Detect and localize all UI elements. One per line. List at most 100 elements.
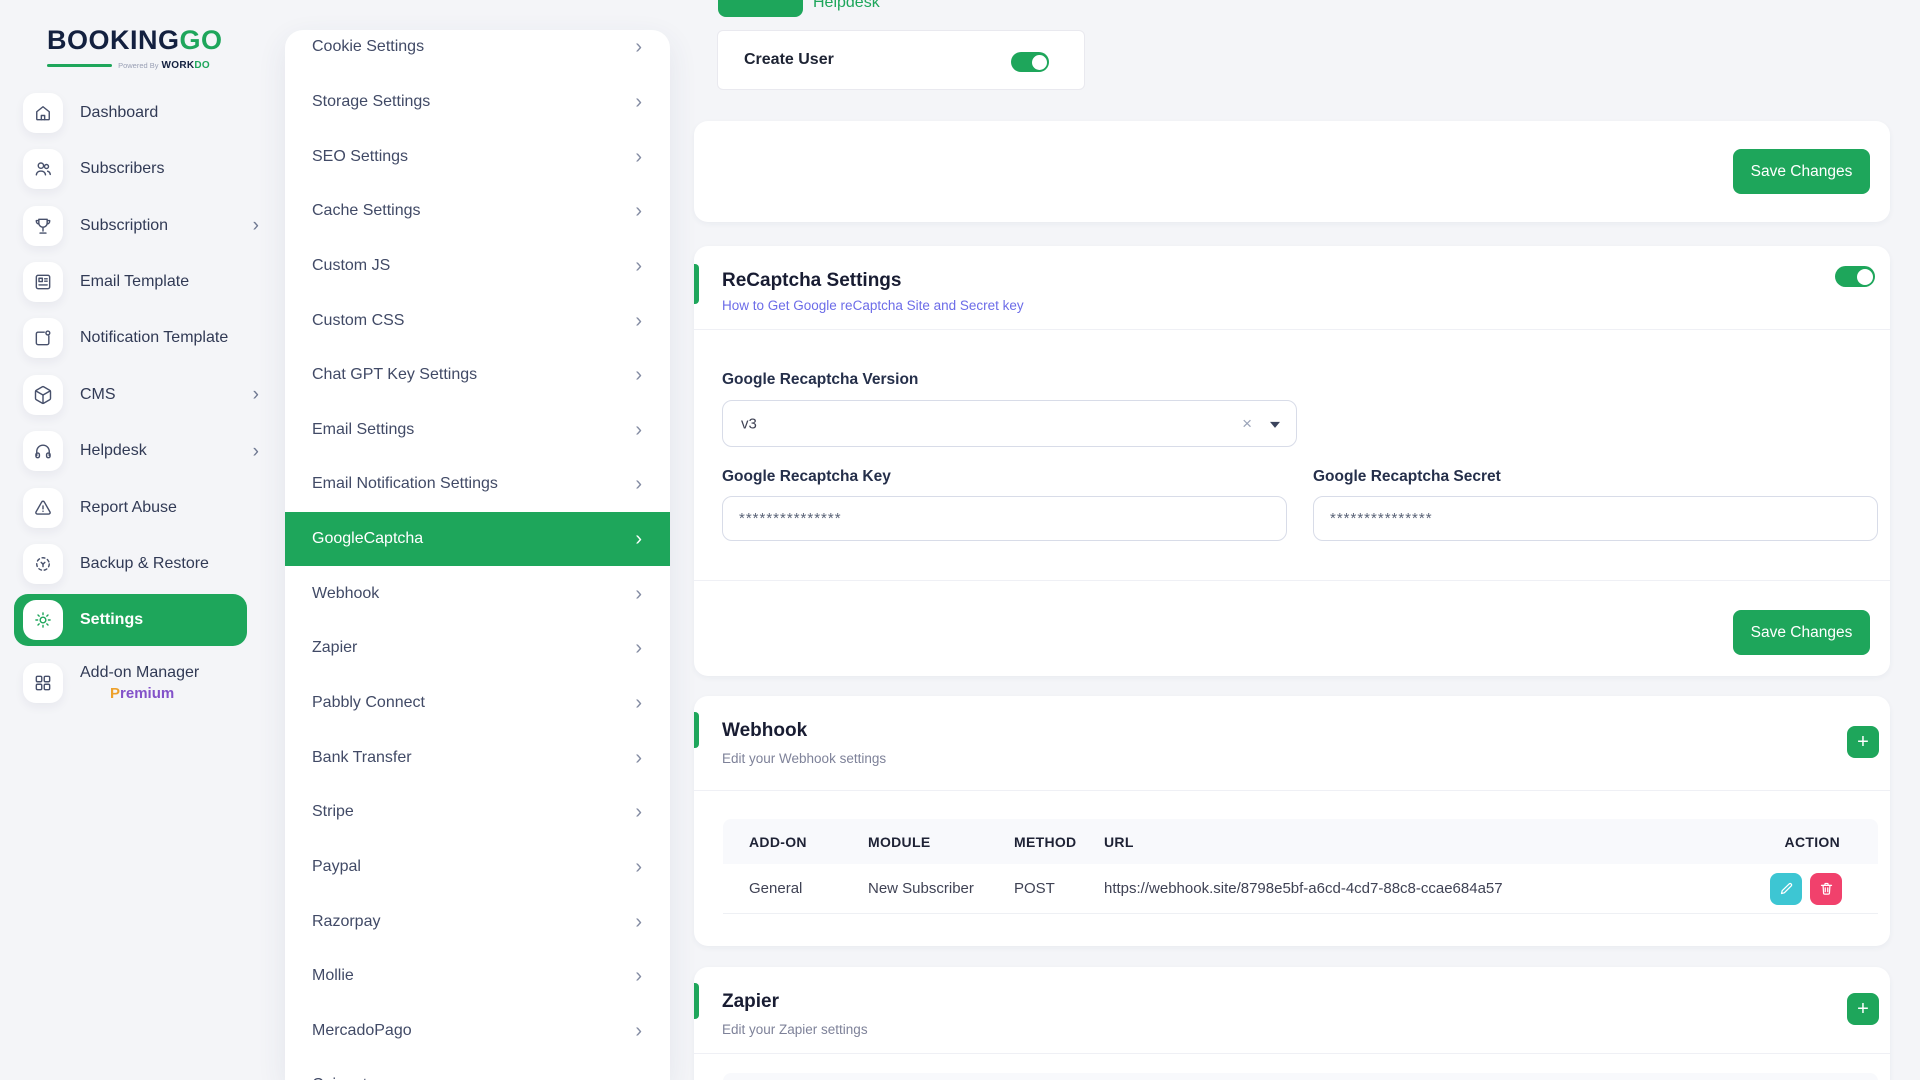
settings-menu-item[interactable]: Custom CSS › xyxy=(285,293,670,348)
sidebar-item-cms[interactable]: CMS › xyxy=(0,367,285,423)
column-header-action: ACTION xyxy=(1728,834,1878,850)
sidebar-item-subscribers[interactable]: Subscribers xyxy=(0,141,285,197)
trophy-icon xyxy=(33,216,53,236)
chevron-right-icon: › xyxy=(635,1021,642,1041)
chevron-right-icon: › xyxy=(635,474,642,494)
sidebar-item-report-abuse[interactable]: Report Abuse xyxy=(0,479,285,535)
clear-selection-icon[interactable]: × xyxy=(1242,414,1252,434)
settings-menu-item[interactable]: Pabbly Connect › xyxy=(285,676,670,731)
chevron-right-icon: › xyxy=(253,216,259,235)
divider xyxy=(694,329,1890,330)
recaptcha-version-label: Google Recaptcha Version xyxy=(722,371,918,389)
sidebar-item-email-template[interactable]: Email Template xyxy=(0,254,285,310)
divider xyxy=(694,1053,1890,1054)
settings-menu-item[interactable]: Paypal › xyxy=(285,840,670,895)
chevron-right-icon: › xyxy=(635,365,642,385)
settings-menu-item[interactable]: Custom JS › xyxy=(285,239,670,294)
alert-triangle-icon xyxy=(33,498,53,518)
chevron-right-icon: › xyxy=(635,529,642,549)
sidebar-item-dashboard[interactable]: Dashboard xyxy=(0,85,285,141)
add-zapier-button[interactable]: + xyxy=(1847,993,1879,1025)
recaptcha-version-select[interactable]: v3 × xyxy=(722,400,1297,447)
tab-general[interactable]: General xyxy=(718,0,803,17)
zapier-table-header xyxy=(723,1073,1878,1080)
webhook-section-subtitle: Edit your Webhook settings xyxy=(722,751,886,766)
recaptcha-help-link[interactable]: How to Get Google reCaptcha Site and Sec… xyxy=(722,298,1024,313)
chevron-right-icon: › xyxy=(635,966,642,986)
settings-menu-item[interactable]: GoogleCaptcha › xyxy=(285,512,670,567)
caret-down-icon[interactable] xyxy=(1270,421,1280,427)
main-content: General Helpdesk Create User Save Change… xyxy=(694,0,1890,1080)
brand-tagline: Powered By WORKDO xyxy=(47,60,210,71)
main-sidebar: BOOKINGGO Powered By WORKDO Dashboard Su… xyxy=(0,0,285,1080)
settings-menu-item[interactable]: Email Notification Settings › xyxy=(285,457,670,512)
webhook-table-row: General New Subscriber POST https://webh… xyxy=(723,864,1878,914)
settings-menu-item[interactable]: Cache Settings › xyxy=(285,184,670,239)
chevron-right-icon: › xyxy=(635,201,642,221)
settings-menu-item[interactable]: Stripe › xyxy=(285,785,670,840)
settings-menu-list: Cookie Settings › Storage Settings › SEO… xyxy=(285,30,670,1080)
chevron-right-icon: › xyxy=(635,37,642,57)
recaptcha-secret-label: Google Recaptcha Secret xyxy=(1313,468,1501,486)
package-icon xyxy=(33,385,53,405)
chevron-right-icon: › xyxy=(253,385,259,404)
chevron-right-icon: › xyxy=(635,693,642,713)
settings-menu-item[interactable]: Cookie Settings › xyxy=(285,30,670,75)
cell-url: https://webhook.site/8798e5bf-a6cd-4cd7-… xyxy=(1104,880,1728,897)
settings-menu-item[interactable]: MercadoPago › xyxy=(285,1004,670,1059)
edit-webhook-button[interactable] xyxy=(1770,873,1802,905)
sidebar-item-settings[interactable]: Settings xyxy=(14,594,247,646)
sidebar-item-helpdesk[interactable]: Helpdesk › xyxy=(0,423,285,479)
settings-page: BOOKINGGO Powered By WORKDO Dashboard Su… xyxy=(0,0,1920,1080)
save-changes-button-recaptcha[interactable]: Save Changes xyxy=(1733,610,1870,655)
settings-menu-item[interactable]: Razorpay › xyxy=(285,894,670,949)
settings-menu-item[interactable]: Email Settings › xyxy=(285,402,670,457)
settings-menu-item[interactable]: Zapier › xyxy=(285,621,670,676)
trash-icon xyxy=(1819,881,1834,896)
sidebar-item-addon-manager[interactable]: Add-on Manager Premium xyxy=(0,648,285,718)
recaptcha-key-label: Google Recaptcha Key xyxy=(722,468,891,486)
column-header-method: METHOD xyxy=(1014,834,1104,850)
tab-helpdesk[interactable]: Helpdesk xyxy=(813,0,880,12)
grid-icon xyxy=(33,673,53,693)
general-save-card: Save Changes xyxy=(694,121,1890,222)
sidebar-item-notification-template[interactable]: Notification Template xyxy=(0,310,285,366)
settings-menu-item[interactable]: Coingate › xyxy=(285,1058,670,1080)
sidebar-item-subscription[interactable]: Subscription › xyxy=(0,197,285,253)
restore-icon xyxy=(33,554,53,574)
settings-menu-item[interactable]: Chat GPT Key Settings › xyxy=(285,348,670,403)
column-header-module: MODULE xyxy=(868,834,1014,850)
settings-menu-item[interactable]: Webhook › xyxy=(285,566,670,621)
cell-method: POST xyxy=(1014,880,1104,897)
chevron-right-icon: › xyxy=(635,912,642,932)
brand-underline xyxy=(47,64,112,67)
chevron-right-icon: › xyxy=(635,584,642,604)
zapier-section-title: Zapier xyxy=(722,991,779,1013)
column-header-addon: ADD-ON xyxy=(749,834,868,850)
powered-by-text: Powered By xyxy=(118,61,158,70)
recaptcha-enable-toggle[interactable] xyxy=(1835,266,1875,287)
settings-menu-item[interactable]: Mollie › xyxy=(285,949,670,1004)
premium-badge: Premium xyxy=(80,685,199,702)
chevron-right-icon: › xyxy=(635,92,642,112)
headphones-icon xyxy=(33,441,53,461)
settings-menu-item[interactable]: Storage Settings › xyxy=(285,75,670,130)
delete-webhook-button[interactable] xyxy=(1810,873,1842,905)
chevron-right-icon: › xyxy=(635,1075,642,1080)
webhook-section-title: Webhook xyxy=(722,720,807,742)
add-webhook-button[interactable]: + xyxy=(1847,726,1879,758)
create-user-card: Create User xyxy=(717,30,1085,90)
save-changes-button-general[interactable]: Save Changes xyxy=(1733,149,1870,194)
chevron-right-icon: › xyxy=(253,442,259,461)
zapier-section-subtitle: Edit your Zapier settings xyxy=(722,1022,868,1037)
settings-menu-item[interactable]: Bank Transfer › xyxy=(285,730,670,785)
recaptcha-key-input[interactable] xyxy=(722,496,1287,541)
settings-menu-item[interactable]: SEO Settings › xyxy=(285,129,670,184)
create-user-toggle[interactable] xyxy=(1011,52,1049,72)
webhook-card: Webhook Edit your Webhook settings + ADD… xyxy=(694,696,1890,946)
brand-logo[interactable]: BOOKINGGO Powered By WORKDO xyxy=(47,26,210,71)
cell-addon: General xyxy=(749,880,868,897)
sidebar-item-backup-restore[interactable]: Backup & Restore xyxy=(0,536,285,592)
recaptcha-secret-input[interactable] xyxy=(1313,496,1878,541)
section-accent-bar xyxy=(694,983,699,1019)
